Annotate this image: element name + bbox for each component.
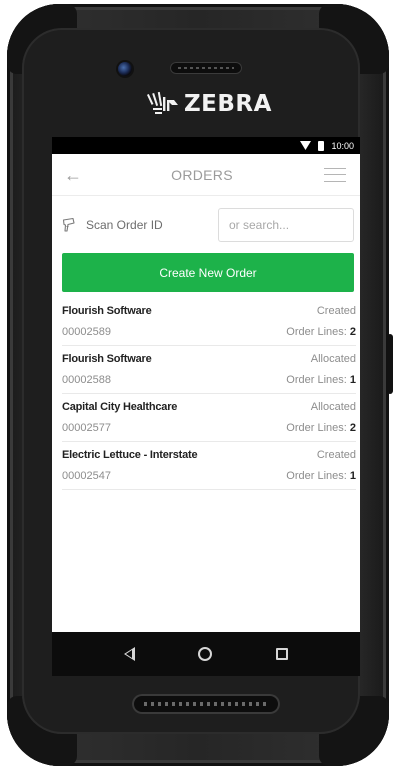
hamburger-menu-icon[interactable]	[323, 167, 346, 182]
search-input[interactable]	[218, 208, 354, 242]
order-lines-label: Order Lines:	[286, 325, 347, 338]
create-order-button[interactable]: Create New Order	[62, 253, 354, 292]
search-row: Scan Order ID	[52, 208, 360, 242]
order-lines-label: Order Lines:	[286, 373, 347, 386]
side-button[interactable]	[387, 334, 393, 394]
customer-name: Flourish Software	[62, 304, 152, 317]
scan-order-label: Scan Order ID	[86, 218, 163, 232]
back-triangle-icon[interactable]	[123, 647, 135, 661]
app-header: ← ORDERS	[52, 154, 360, 196]
phone-screen: 10:00 ← ORDERS Scan Order ID Create New …	[52, 137, 360, 632]
front-camera	[118, 62, 132, 76]
order-id: 00002589	[62, 325, 111, 338]
scan-order-button[interactable]: Scan Order ID	[62, 217, 163, 233]
home-circle-icon[interactable]	[198, 647, 213, 661]
list-item[interactable]: Flourish Software Created 00002589 Order…	[62, 298, 356, 346]
customer-name: Capital City Healthcare	[62, 400, 178, 413]
order-status: Created	[316, 304, 356, 317]
brand-name: ZEBRA	[184, 91, 272, 117]
order-lines-count: 1	[349, 469, 356, 482]
zebra-head-icon	[146, 91, 178, 114]
order-status: Allocated	[310, 400, 356, 413]
order-id: 00002588	[62, 373, 111, 386]
order-lines-label: Order Lines:	[286, 421, 347, 434]
order-lines-count: 1	[349, 373, 356, 386]
bottom-speaker	[132, 694, 280, 714]
recents-square-icon[interactable]	[276, 648, 289, 660]
status-bar: 10:00	[52, 137, 360, 154]
order-lines: Order Lines: 2	[286, 422, 356, 434]
customer-name: Flourish Software	[62, 352, 152, 365]
order-lines-label: Order Lines:	[286, 469, 347, 482]
customer-name: Electric Lettuce - Interstate	[62, 448, 198, 461]
brand-logo: ZEBRA	[146, 90, 272, 118]
arrow-left-icon[interactable]: ←	[64, 166, 82, 184]
order-id: 00002577	[62, 421, 111, 434]
barcode-scanner-icon	[62, 217, 75, 232]
wifi-icon	[300, 141, 312, 150]
order-lines-count: 2	[349, 325, 356, 338]
order-lines: Order Lines: 2	[286, 326, 356, 338]
list-item[interactable]: Flourish Software Allocated 00002588 Ord…	[62, 346, 356, 394]
battery-icon	[318, 140, 325, 151]
status-time: 10:00	[331, 140, 354, 151]
order-id: 00002547	[62, 469, 111, 482]
list-item[interactable]: Capital City Healthcare Allocated 000025…	[62, 394, 356, 442]
order-lines-count: 2	[349, 421, 356, 434]
order-status: Allocated	[310, 352, 356, 365]
list-item[interactable]: Electric Lettuce - Interstate Created 00…	[62, 442, 356, 490]
order-lines: Order Lines: 1	[286, 470, 356, 482]
earpiece-speaker	[170, 62, 242, 74]
page-title: ORDERS	[171, 166, 233, 183]
order-lines: Order Lines: 1	[286, 374, 356, 386]
order-status: Created	[316, 448, 356, 461]
order-list: Flourish Software Created 00002589 Order…	[52, 298, 360, 490]
android-nav-bar	[52, 632, 360, 676]
